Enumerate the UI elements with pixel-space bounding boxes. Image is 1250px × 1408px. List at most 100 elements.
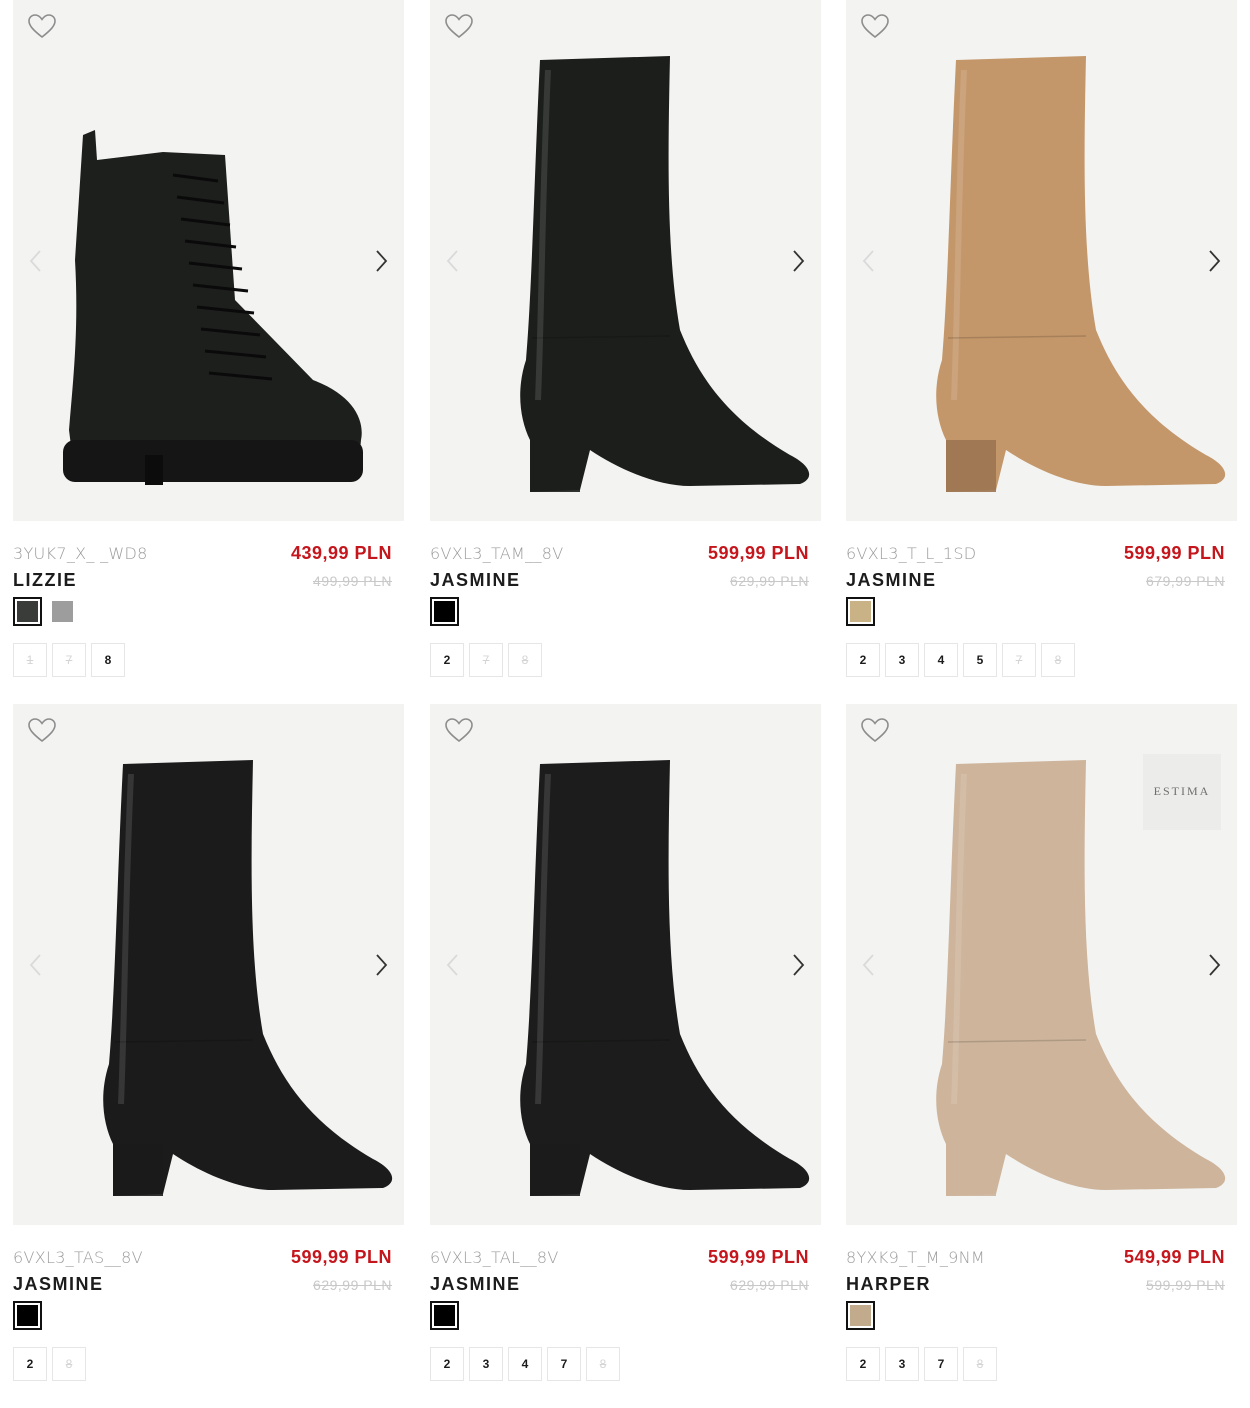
size-option[interactable]: 1	[13, 643, 47, 677]
chevron-left-icon[interactable]	[444, 248, 462, 274]
product-price: 599,99 PLN	[1123, 543, 1225, 563]
size-options: 278	[430, 643, 542, 677]
size-option[interactable]: 7	[52, 643, 86, 677]
product-card[interactable]: 6VXL3_TAS__8V 599,99 PLN JASMINE 629,99 PLN…	[13, 704, 404, 1385]
size-option[interactable]: 8	[586, 1347, 620, 1381]
size-option[interactable]: 2	[846, 643, 880, 677]
size-option[interactable]: 7	[924, 1347, 958, 1381]
chevron-right-icon[interactable]	[372, 248, 390, 274]
heart-outline-icon[interactable]	[860, 12, 890, 40]
product-image[interactable]	[13, 0, 404, 521]
size-options: 28	[13, 1347, 86, 1381]
product-image-box[interactable]: ESTIMA	[846, 704, 1237, 1225]
chevron-right-icon[interactable]	[372, 952, 390, 978]
swatch-color	[434, 1305, 455, 1326]
product-image-box[interactable]	[846, 0, 1237, 521]
color-swatch[interactable]	[430, 597, 459, 626]
size-option[interactable]: 4	[924, 643, 958, 677]
chevron-right-icon[interactable]	[1205, 952, 1223, 978]
size-option[interactable]: 4	[508, 1347, 542, 1381]
chevron-left-icon[interactable]	[27, 248, 45, 274]
color-swatches	[846, 597, 875, 626]
product-image-box[interactable]	[13, 0, 404, 521]
heart-outline-icon[interactable]	[860, 716, 890, 744]
product-old-price: 629,99 PLN	[730, 573, 809, 589]
product-name[interactable]: JASMINE	[13, 1274, 104, 1295]
size-option[interactable]: 3	[885, 643, 919, 677]
product-name[interactable]: HARPER	[846, 1274, 931, 1295]
chevron-left-icon[interactable]	[27, 952, 45, 978]
size-option[interactable]: 3	[885, 1347, 919, 1381]
heart-outline-icon[interactable]	[27, 12, 57, 40]
product-old-price: 679,99 PLN	[1146, 573, 1225, 589]
size-option[interactable]: 8	[1041, 643, 1075, 677]
product-old-price: 629,99 PLN	[730, 1277, 809, 1293]
product-image[interactable]	[430, 0, 821, 521]
product-card[interactable]: 6VXL3_TAM__8V 599,99 PLN JASMINE 629,99 PLN…	[430, 0, 821, 681]
chevron-left-icon[interactable]	[444, 952, 462, 978]
product-price: 439,99 PLN	[290, 543, 392, 563]
product-info: 6VXL3_TAL__8V 599,99 PLN JASMINE 629,99 PLN…	[430, 1225, 821, 1385]
size-option[interactable]: 2	[430, 643, 464, 677]
chevron-left-icon[interactable]	[860, 248, 878, 274]
chevron-left-icon[interactable]	[860, 952, 878, 978]
product-image-box[interactable]	[13, 704, 404, 1225]
color-swatches	[13, 597, 77, 626]
product-name[interactable]: JASMINE	[846, 570, 937, 591]
color-swatch[interactable]	[430, 1301, 459, 1330]
product-image[interactable]	[430, 704, 821, 1225]
product-name[interactable]: JASMINE	[430, 570, 521, 591]
product-image-box[interactable]	[430, 704, 821, 1225]
product-sku: 8YXK9_T_M_9NM	[846, 1248, 986, 1267]
swatch-color	[17, 601, 38, 622]
color-swatch[interactable]	[13, 1301, 42, 1330]
size-option[interactable]: 7	[469, 643, 503, 677]
chevron-right-icon[interactable]	[789, 248, 807, 274]
size-option[interactable]: 8	[52, 1347, 86, 1381]
swatch-color	[850, 1305, 871, 1326]
color-swatches	[430, 597, 459, 626]
product-image[interactable]	[13, 704, 404, 1225]
product-card[interactable]: ESTIMA 8YXK9_T_M_9NM 549,99 PLN HARPER 599,9…	[846, 704, 1237, 1385]
product-info: 6VXL3_TAS__8V 599,99 PLN JASMINE 629,99 PLN…	[13, 1225, 404, 1385]
size-option[interactable]: 8	[508, 643, 542, 677]
product-image[interactable]	[846, 0, 1237, 521]
product-info: 3YUK7_X_ _WD8 439,99 PLN LIZZIE 499,99 PLN 1…	[13, 521, 404, 681]
swatch-color	[434, 601, 455, 622]
product-old-price: 629,99 PLN	[313, 1277, 392, 1293]
product-image-box[interactable]	[430, 0, 821, 521]
chevron-right-icon[interactable]	[1205, 248, 1223, 274]
size-options: 178	[13, 643, 125, 677]
swatch-color	[850, 601, 871, 622]
product-price: 599,99 PLN	[290, 1247, 392, 1267]
color-swatch[interactable]	[13, 597, 42, 626]
size-option[interactable]: 2	[430, 1347, 464, 1381]
size-option[interactable]: 5	[963, 643, 997, 677]
product-name[interactable]: LIZZIE	[13, 570, 77, 591]
size-option[interactable]: 7	[547, 1347, 581, 1381]
color-swatch[interactable]	[846, 1301, 875, 1330]
size-option[interactable]: 3	[469, 1347, 503, 1381]
product-name[interactable]: JASMINE	[430, 1274, 521, 1295]
size-option[interactable]: 8	[963, 1347, 997, 1381]
product-card[interactable]: 3YUK7_X_ _WD8 439,99 PLN LIZZIE 499,99 PLN 1…	[13, 0, 404, 681]
size-options: 234578	[846, 643, 1075, 677]
product-card[interactable]: 6VXL3_T_L_1SD 599,99 PLN JASMINE 679,99 PLN…	[846, 0, 1237, 681]
size-option[interactable]: 8	[91, 643, 125, 677]
size-option[interactable]: 2	[13, 1347, 47, 1381]
size-option[interactable]: 2	[846, 1347, 880, 1381]
heart-outline-icon[interactable]	[444, 716, 474, 744]
color-swatch[interactable]	[48, 597, 77, 626]
color-swatch[interactable]	[846, 597, 875, 626]
swatch-color	[52, 601, 73, 622]
product-price: 599,99 PLN	[707, 1247, 809, 1267]
chevron-right-icon[interactable]	[789, 952, 807, 978]
brand-badge: ESTIMA	[1143, 754, 1221, 830]
heart-outline-icon[interactable]	[27, 716, 57, 744]
product-card[interactable]: 6VXL3_TAL__8V 599,99 PLN JASMINE 629,99 PLN…	[430, 704, 821, 1385]
product-info: 6VXL3_T_L_1SD 599,99 PLN JASMINE 679,99 PLN…	[846, 521, 1237, 681]
size-option[interactable]: 7	[1002, 643, 1036, 677]
product-price: 549,99 PLN	[1123, 1247, 1225, 1267]
product-sku: 6VXL3_TAM__8V	[430, 544, 564, 563]
heart-outline-icon[interactable]	[444, 12, 474, 40]
